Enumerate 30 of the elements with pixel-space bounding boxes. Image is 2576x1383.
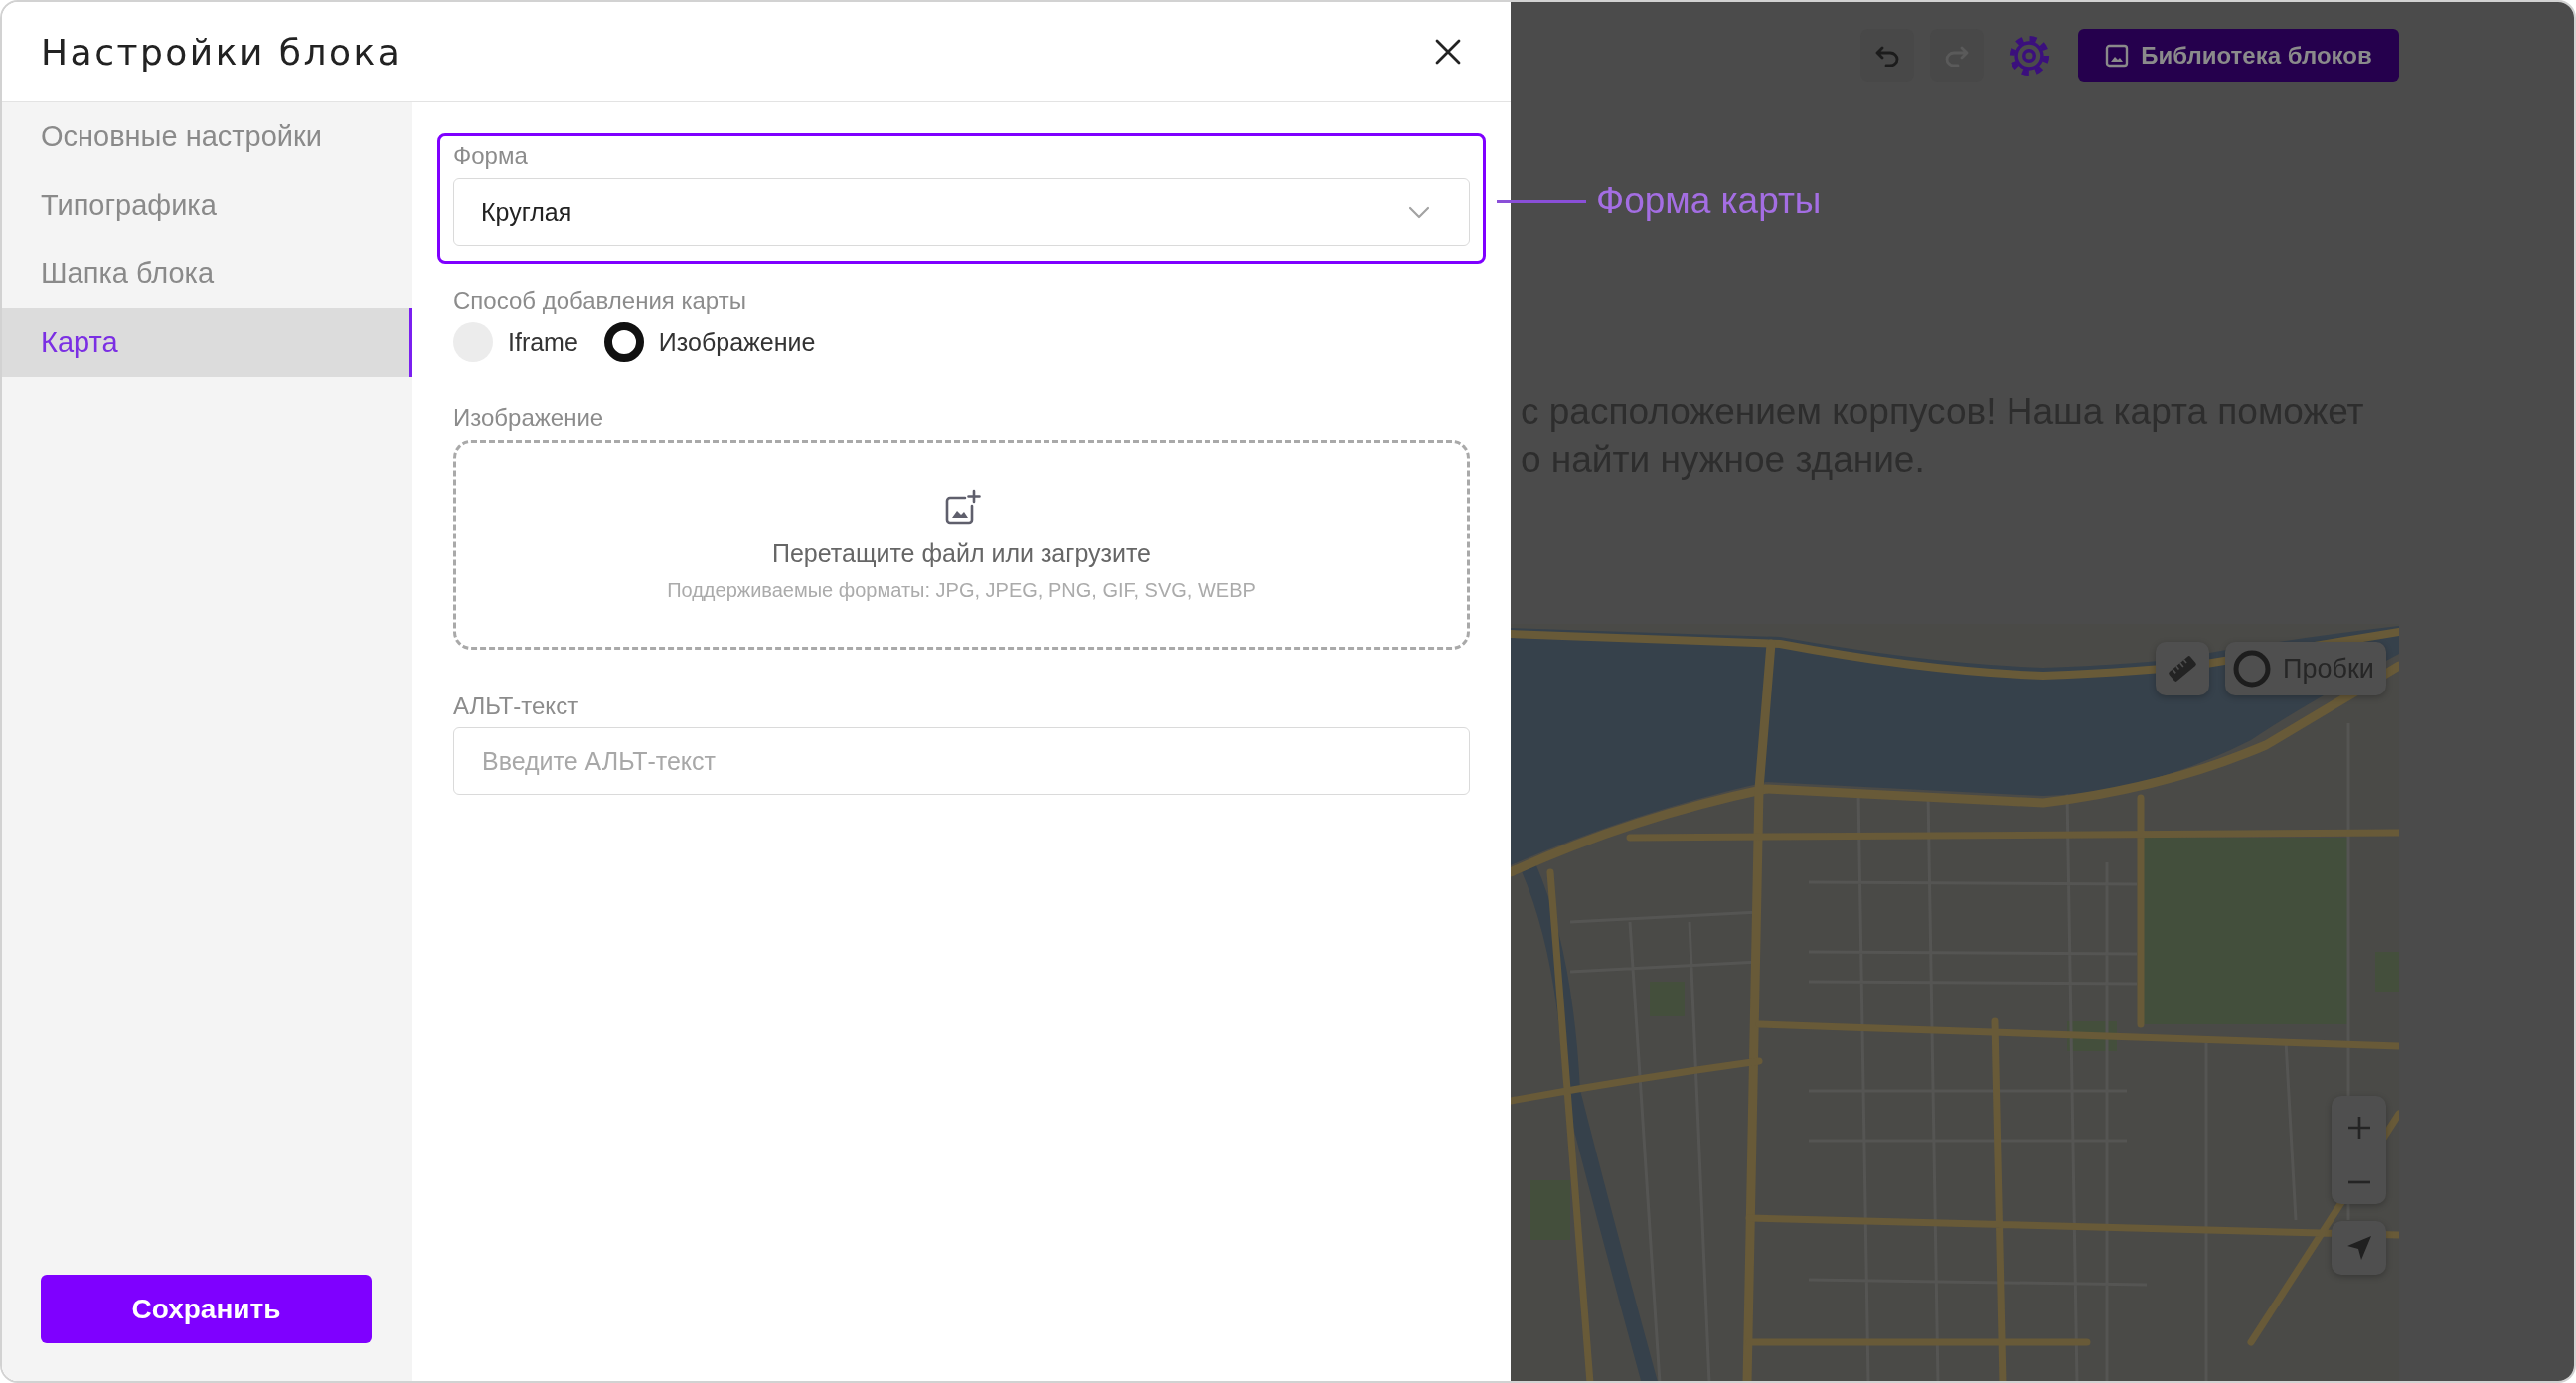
dialog-title: Настройки блока <box>41 31 402 73</box>
undo-icon <box>1874 45 1900 67</box>
field-label: Изображение <box>453 404 605 432</box>
traffic-ring-icon <box>2233 650 2271 688</box>
field-label: Способ добавления карты <box>453 287 747 315</box>
sidebar-item[interactable]: Шапка блока <box>2 239 412 308</box>
sidebar-item[interactable]: Типографика <box>2 171 412 239</box>
field-label: Форма <box>453 142 529 170</box>
zoom-out-icon[interactable] <box>2346 1179 2371 1184</box>
formats-hint: Поддерживаемые форматы: JPG, JPEG, PNG, GIF, SVG, WEBP <box>667 577 1256 602</box>
field-label: АЛЬТ-текст <box>453 692 580 720</box>
annotation-label: Форма карты <box>1596 180 1822 222</box>
image-icon <box>2105 44 2130 68</box>
block-library-button[interactable]: Библиотека блоков <box>2078 29 2399 82</box>
ruler-button[interactable] <box>2156 642 2209 695</box>
upload-dropzone[interactable]: Перетащите файл или загрузите Поддерживаемые форматы: JPG, JPEG, PNG, GIF, SVG, WEBP <box>453 440 1470 650</box>
shape-dropdown[interactable]: Круглая <box>453 178 1470 246</box>
chevron-down-icon <box>1408 206 1430 219</box>
dropzone-text: Перетащите файл или загрузите <box>772 538 1151 568</box>
locate-button[interactable] <box>2332 1221 2386 1275</box>
close-icon[interactable] <box>1434 38 1462 66</box>
alt-text-field[interactable]: Введите АЛЬТ-текст <box>453 727 1470 795</box>
radio-label[interactable]: Iframe <box>508 327 578 357</box>
sidebar-item[interactable]: Карта <box>2 308 412 377</box>
sidebar-item[interactable]: Основные настройки <box>2 102 412 171</box>
save-button[interactable]: Сохранить <box>41 1275 372 1343</box>
radio-label[interactable]: Изображение <box>658 327 816 357</box>
radio-button[interactable] <box>603 322 644 362</box>
zoom-in-icon[interactable] <box>2346 1116 2371 1141</box>
settings-icon[interactable] <box>2007 33 2052 78</box>
